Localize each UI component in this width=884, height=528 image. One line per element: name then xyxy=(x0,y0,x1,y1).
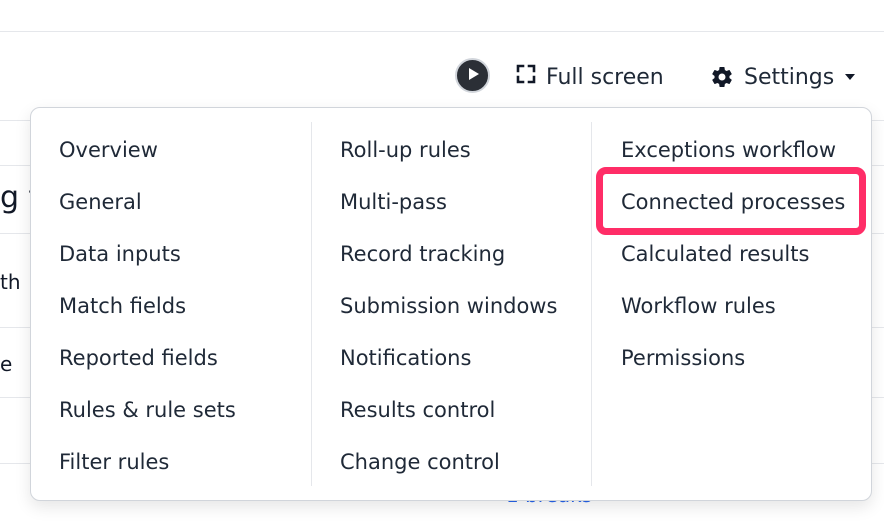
menu-item-reported-fields[interactable]: Reported fields xyxy=(59,338,218,378)
settings-dropdown-menu: Overview General Data inputs Match field… xyxy=(30,107,872,501)
background-text: th xyxy=(0,270,21,294)
play-button[interactable] xyxy=(455,58,490,93)
menu-item-general[interactable]: General xyxy=(59,182,142,222)
fullscreen-label: Full screen xyxy=(546,64,664,90)
play-icon xyxy=(466,66,480,85)
menu-item-overview[interactable]: Overview xyxy=(59,130,158,170)
fullscreen-button[interactable]: Full screen xyxy=(516,60,664,94)
menu-item-multi-pass[interactable]: Multi-pass xyxy=(340,182,447,222)
menu-item-match-fields[interactable]: Match fields xyxy=(59,286,186,326)
caret-down-icon xyxy=(844,71,856,83)
toolbar: Full screen Settings xyxy=(0,56,884,98)
gear-icon xyxy=(710,65,734,89)
menu-item-record-tracking[interactable]: Record tracking xyxy=(340,234,505,274)
settings-button[interactable]: Settings xyxy=(710,60,856,94)
fullscreen-icon xyxy=(516,64,536,90)
menu-item-change-control[interactable]: Change control xyxy=(340,442,500,482)
menu-item-calculated-results[interactable]: Calculated results xyxy=(621,234,809,274)
menu-item-permissions[interactable]: Permissions xyxy=(621,338,745,378)
menu-item-notifications[interactable]: Notifications xyxy=(340,338,471,378)
menu-item-data-inputs[interactable]: Data inputs xyxy=(59,234,181,274)
menu-column-2: Roll-up rules Multi-pass Record tracking… xyxy=(311,122,592,486)
menu-item-workflow-rules[interactable]: Workflow rules xyxy=(621,286,776,326)
menu-item-exceptions-workflow[interactable]: Exceptions workflow xyxy=(621,130,836,170)
top-divider xyxy=(0,31,884,32)
menu-item-rules-and-rule-sets[interactable]: Rules & rule sets xyxy=(59,390,236,430)
menu-item-submission-windows[interactable]: Submission windows xyxy=(340,286,557,326)
menu-item-filter-rules[interactable]: Filter rules xyxy=(59,442,169,482)
page: Full screen Settings g f th e 1 breaks xyxy=(0,0,884,528)
menu-item-results-control[interactable]: Results control xyxy=(340,390,495,430)
background-text: e xyxy=(0,352,13,376)
highlight-box xyxy=(596,167,866,235)
menu-column-1: Overview General Data inputs Match field… xyxy=(31,122,311,486)
settings-label: Settings xyxy=(744,64,835,90)
menu-item-roll-up-rules[interactable]: Roll-up rules xyxy=(340,130,471,170)
